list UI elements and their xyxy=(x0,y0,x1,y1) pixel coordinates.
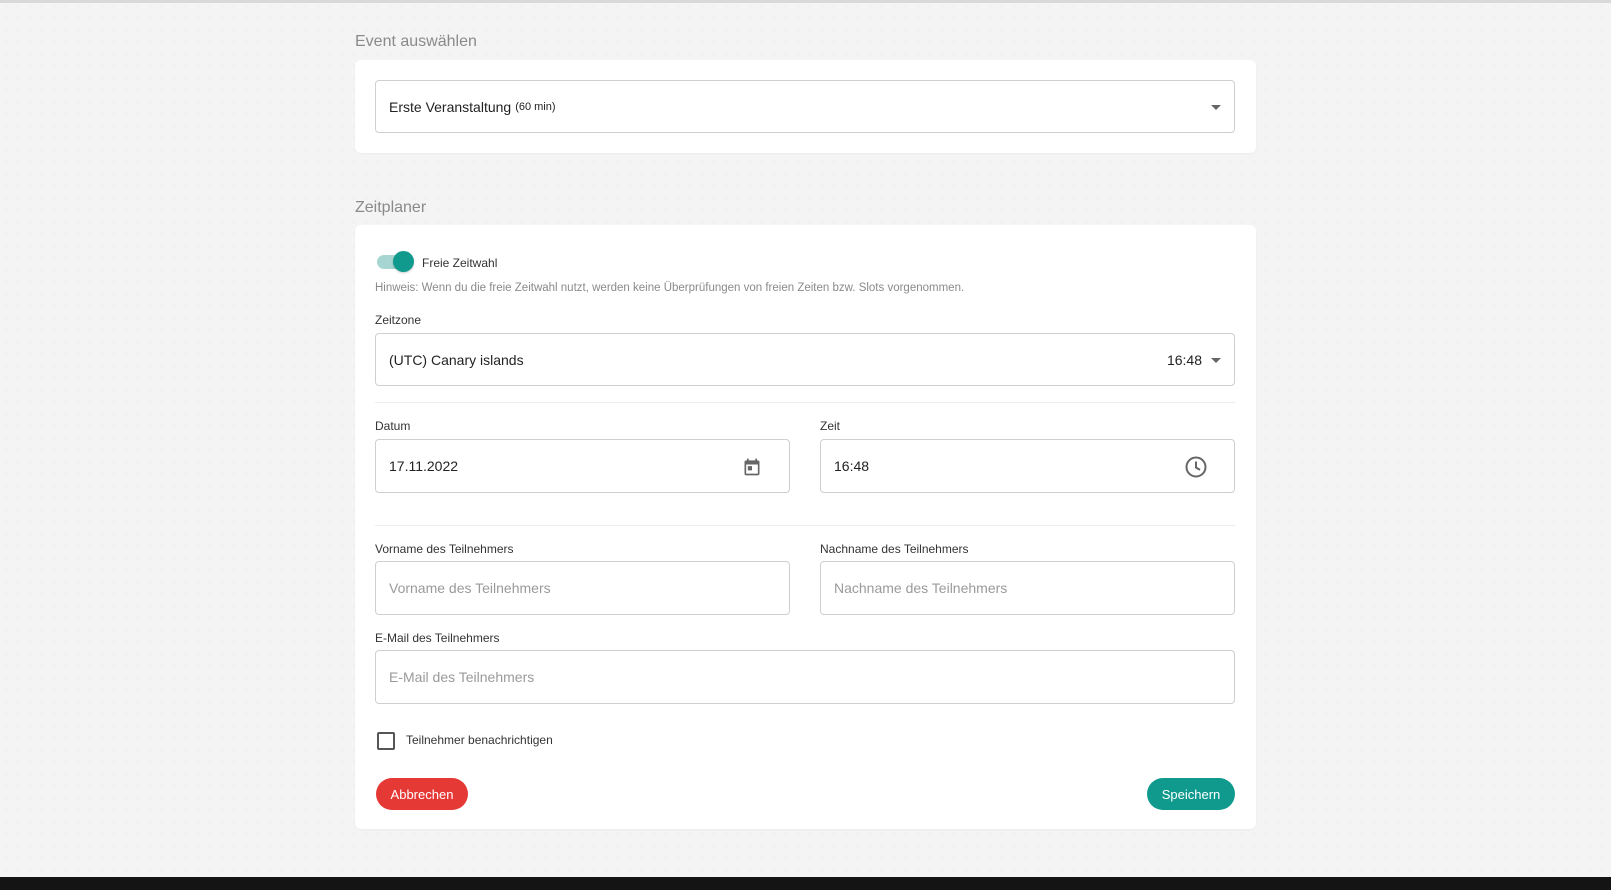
free-time-hint: Hinweis: Wenn du die freie Zeitwahl nutz… xyxy=(375,282,965,294)
chevron-down-icon xyxy=(1211,357,1221,363)
first-name-label: Vorname des Teilnehmers xyxy=(375,542,514,556)
first-name-placeholder: Vorname des Teilnehmers xyxy=(389,580,551,596)
email-field[interactable]: E-Mail des Teilnehmers xyxy=(375,650,1235,704)
event-duration: (60 min) xyxy=(515,100,556,113)
timezone-value: (UTC) Canary islands xyxy=(389,351,524,368)
time-value: 16:48 xyxy=(834,458,870,474)
time-label: Zeit xyxy=(820,419,841,433)
scheduler-section-title: Zeitplaner xyxy=(355,199,427,216)
bottom-bar xyxy=(0,877,1611,890)
email-placeholder: E-Mail des Teilnehmers xyxy=(389,669,535,685)
date-label: Datum xyxy=(375,419,411,433)
event-section-title: Event auswählen xyxy=(355,33,477,50)
event-select[interactable]: Erste Veranstaltung (60 min) xyxy=(375,80,1235,133)
notify-checkbox[interactable] xyxy=(377,732,395,750)
first-name-field[interactable]: Vorname des Teilnehmers xyxy=(375,561,790,615)
cancel-button[interactable]: Abbrechen xyxy=(376,778,468,810)
top-border xyxy=(0,0,1611,3)
date-value: 17.11.2022 xyxy=(389,458,459,474)
scheduler-card: Freie Zeitwahl Hinweis: Wenn du die frei… xyxy=(355,225,1256,829)
timezone-select[interactable]: (UTC) Canary islands 16:48 xyxy=(375,333,1235,386)
last-name-field[interactable]: Nachname des Teilnehmers xyxy=(820,561,1235,615)
clock-icon[interactable] xyxy=(1184,455,1208,479)
timezone-current-time: 16:48 xyxy=(1166,351,1202,368)
free-time-label: Freie Zeitwahl xyxy=(422,256,498,270)
event-select-value: Erste Veranstaltung xyxy=(389,98,512,115)
event-card: Erste Veranstaltung (60 min) xyxy=(355,60,1256,153)
last-name-label: Nachname des Teilnehmers xyxy=(820,542,969,556)
email-label: E-Mail des Teilnehmers xyxy=(375,631,500,645)
timezone-label: Zeitzone xyxy=(375,313,422,327)
toggle-knob xyxy=(393,251,414,272)
divider xyxy=(375,402,1235,403)
last-name-placeholder: Nachname des Teilnehmers xyxy=(834,580,1008,596)
free-time-toggle[interactable] xyxy=(377,251,414,272)
calendar-icon[interactable] xyxy=(741,456,763,478)
divider xyxy=(375,525,1235,526)
date-input[interactable]: 17.11.2022 xyxy=(375,439,790,493)
time-input[interactable]: 16:48 xyxy=(820,439,1235,493)
notify-checkbox-label: Teilnehmer benachrichtigen xyxy=(406,733,553,747)
save-button[interactable]: Speichern xyxy=(1147,778,1235,810)
chevron-down-icon xyxy=(1211,104,1221,110)
